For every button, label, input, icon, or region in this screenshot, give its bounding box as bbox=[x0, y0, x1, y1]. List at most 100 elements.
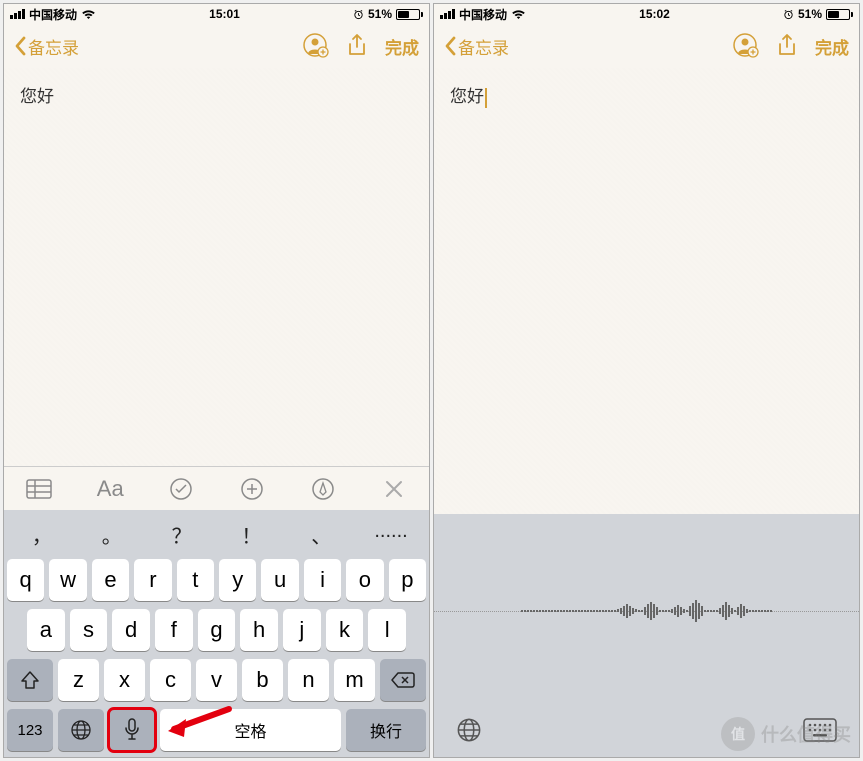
punct-key[interactable]: 、 bbox=[286, 520, 356, 549]
microphone-icon bbox=[124, 718, 140, 742]
key-b[interactable]: b bbox=[242, 659, 283, 701]
add-person-icon bbox=[303, 33, 329, 59]
nav-bar: 备忘录 完成 bbox=[434, 24, 859, 68]
add-person-button[interactable] bbox=[733, 33, 759, 59]
return-key[interactable]: 换行 bbox=[346, 709, 426, 751]
backspace-icon bbox=[391, 671, 415, 689]
carrier-label: 中国移动 bbox=[459, 6, 507, 23]
key-a[interactable]: a bbox=[27, 609, 65, 651]
close-icon bbox=[385, 480, 403, 498]
note-content: 您好 bbox=[20, 87, 54, 106]
plus-circle-icon bbox=[240, 477, 264, 501]
punct-key[interactable]: ？ bbox=[147, 520, 217, 549]
wifi-icon bbox=[81, 9, 96, 20]
shift-icon bbox=[20, 671, 40, 689]
back-label: 备忘录 bbox=[458, 34, 509, 59]
note-content: 您好 bbox=[450, 87, 484, 106]
status-time: 15:02 bbox=[639, 7, 670, 21]
battery-percent: 51% bbox=[368, 7, 392, 21]
status-time: 15:01 bbox=[209, 7, 240, 21]
share-icon bbox=[347, 33, 367, 59]
globe-button[interactable] bbox=[456, 717, 482, 748]
dictation-panel bbox=[434, 514, 859, 757]
shift-key[interactable] bbox=[7, 659, 53, 701]
key-z[interactable]: z bbox=[58, 659, 99, 701]
text-cursor bbox=[485, 88, 487, 108]
done-button[interactable]: 完成 bbox=[815, 34, 849, 59]
key-e[interactable]: e bbox=[92, 559, 129, 601]
globe-icon bbox=[456, 717, 482, 743]
signal-bars-icon bbox=[440, 9, 455, 19]
key-row-1: q w e r t y u i o p bbox=[7, 559, 426, 601]
close-toolbar-button[interactable] bbox=[358, 480, 429, 498]
chevron-left-icon bbox=[14, 36, 26, 56]
key-m[interactable]: m bbox=[334, 659, 375, 701]
back-button[interactable]: 备忘录 bbox=[444, 34, 509, 59]
back-button[interactable]: 备忘录 bbox=[14, 34, 79, 59]
share-icon bbox=[777, 33, 797, 59]
share-button[interactable] bbox=[347, 33, 367, 59]
share-button[interactable] bbox=[777, 33, 797, 59]
key-g[interactable]: g bbox=[198, 609, 236, 651]
add-person-button[interactable] bbox=[303, 33, 329, 59]
keyboard: ， 。 ？ ！ 、 ...... q w e r t y u i o p a s… bbox=[4, 510, 429, 757]
key-s[interactable]: s bbox=[70, 609, 108, 651]
battery-icon bbox=[396, 9, 423, 20]
punct-key[interactable]: ， bbox=[7, 520, 77, 549]
table-icon bbox=[26, 479, 52, 499]
key-u[interactable]: u bbox=[261, 559, 298, 601]
done-button[interactable]: 完成 bbox=[385, 34, 419, 59]
key-row-bottom: 123 空格 换行 bbox=[7, 709, 426, 751]
format-button[interactable]: Aa bbox=[75, 476, 146, 502]
key-row-2: a s d f g h j k l bbox=[7, 609, 426, 651]
punct-key[interactable]: ...... bbox=[356, 520, 426, 549]
status-bar: 中国移动 15:01 51% bbox=[4, 4, 429, 24]
dictation-waveform bbox=[434, 514, 859, 707]
phone-right: 中国移动 15:02 51% 备忘录 完成 您好 bbox=[433, 3, 860, 758]
key-v[interactable]: v bbox=[196, 659, 237, 701]
punctuation-row: ， 。 ？ ！ 、 ...... bbox=[7, 514, 426, 551]
key-w[interactable]: w bbox=[49, 559, 86, 601]
table-button[interactable] bbox=[4, 479, 75, 499]
alarm-icon bbox=[353, 9, 364, 20]
key-f[interactable]: f bbox=[155, 609, 193, 651]
punct-key[interactable]: ！ bbox=[216, 520, 286, 549]
key-p[interactable]: p bbox=[389, 559, 426, 601]
key-y[interactable]: y bbox=[219, 559, 256, 601]
note-text-area[interactable]: 您好 bbox=[434, 68, 859, 514]
battery-percent: 51% bbox=[798, 7, 822, 21]
add-button[interactable] bbox=[216, 477, 287, 501]
draw-button[interactable] bbox=[287, 477, 358, 501]
key-j[interactable]: j bbox=[283, 609, 321, 651]
back-label: 备忘录 bbox=[28, 34, 79, 59]
wifi-icon bbox=[511, 9, 526, 20]
key-x[interactable]: x bbox=[104, 659, 145, 701]
space-key[interactable]: 空格 bbox=[160, 709, 341, 751]
phone-left: 中国移动 15:01 51% 备忘录 完成 您好 Aa bbox=[3, 3, 430, 758]
key-h[interactable]: h bbox=[240, 609, 278, 651]
key-n[interactable]: n bbox=[288, 659, 329, 701]
dictation-key[interactable] bbox=[109, 709, 155, 751]
note-text-area[interactable]: 您好 bbox=[4, 68, 429, 466]
punct-key[interactable]: 。 bbox=[77, 520, 147, 549]
checklist-button[interactable] bbox=[146, 477, 217, 501]
number-key[interactable]: 123 bbox=[7, 709, 53, 751]
key-q[interactable]: q bbox=[7, 559, 44, 601]
key-o[interactable]: o bbox=[346, 559, 383, 601]
notes-toolbar: Aa bbox=[4, 466, 429, 510]
alarm-icon bbox=[783, 9, 794, 20]
carrier-label: 中国移动 bbox=[29, 6, 77, 23]
key-i[interactable]: i bbox=[304, 559, 341, 601]
key-c[interactable]: c bbox=[150, 659, 191, 701]
key-d[interactable]: d bbox=[112, 609, 150, 651]
key-r[interactable]: r bbox=[134, 559, 171, 601]
key-l[interactable]: l bbox=[368, 609, 406, 651]
key-t[interactable]: t bbox=[177, 559, 214, 601]
check-circle-icon bbox=[169, 477, 193, 501]
backspace-key[interactable] bbox=[380, 659, 426, 701]
battery-icon bbox=[826, 9, 853, 20]
key-k[interactable]: k bbox=[326, 609, 364, 651]
keyboard-button[interactable] bbox=[803, 718, 837, 747]
key-row-3: z x c v b n m bbox=[7, 659, 426, 701]
globe-key[interactable] bbox=[58, 709, 104, 751]
